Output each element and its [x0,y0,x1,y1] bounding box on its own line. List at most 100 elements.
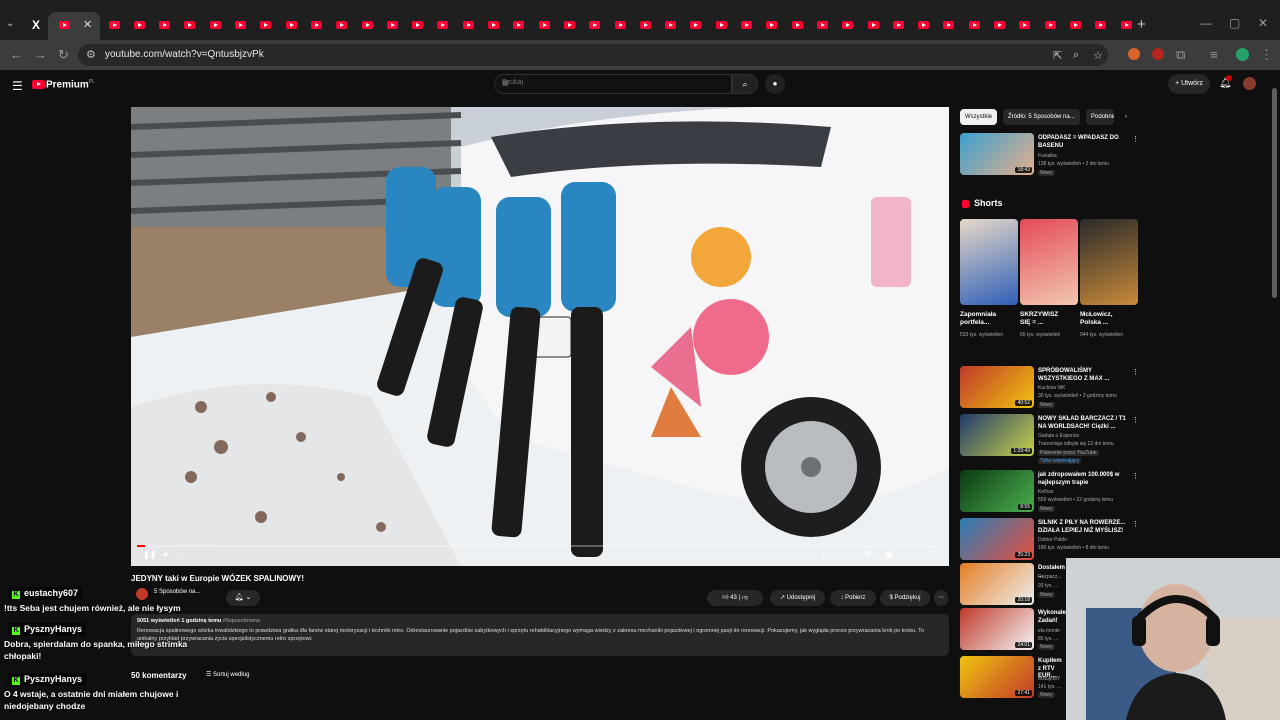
theater-mode-icon[interactable]: ▭ [906,550,914,559]
browser-tab[interactable] [763,18,781,32]
video-title[interactable]: SILNIK Z PIŁY NA ROWERZE... DZIAŁA LEPIE… [1038,520,1128,535]
browser-tab[interactable] [1041,18,1059,32]
more-options-icon[interactable]: ⋮ [1132,416,1139,424]
browser-tab[interactable] [130,18,148,32]
browser-tab[interactable] [813,18,831,32]
sidebar-video[interactable]: 8:55 jak zdropowałem 100.000$ w najlepsz… [960,470,1140,512]
browser-tab[interactable] [940,18,958,32]
extension-2-icon[interactable] [1152,48,1164,60]
more-options-icon[interactable]: ⋮ [1132,472,1139,480]
sort-comments-button[interactable]: ☰ Sortuj według [206,671,249,678]
volume-icon[interactable]: 🔊︎ [163,550,168,560]
browser-tab[interactable] [611,18,629,32]
browser-tab[interactable] [257,18,275,32]
browser-tab[interactable] [687,18,705,32]
browser-tab[interactable] [232,18,250,32]
more-options-icon[interactable]: ⋮ [1132,135,1139,143]
browser-tab[interactable] [206,18,224,32]
browser-tab[interactable] [864,18,882,32]
youtube-premium-logo[interactable]: PremiumPL [46,79,95,90]
chip-all[interactable]: Wszystkie [960,109,997,125]
page-scrollbar[interactable] [1272,88,1277,298]
browser-tab[interactable] [712,18,730,32]
browser-tab[interactable] [485,18,503,32]
site-info-icon[interactable]: ⚙ [86,48,96,61]
keyboard-icon[interactable]: ▦ [502,79,509,87]
maximize-icon[interactable]: ▢ [1229,16,1240,30]
install-app-icon[interactable]: ⇱ [1053,49,1062,62]
chips-next-icon[interactable]: › [1120,109,1132,125]
close-tab-icon[interactable]: ✕ [83,18,92,31]
short-thumbnail[interactable] [1080,219,1138,305]
like-button[interactable]: 👍︎ 43 | 👎︎ [707,590,763,606]
video-thumbnail[interactable]: 25:23 [960,518,1034,560]
browser-tab[interactable] [383,18,401,32]
browser-tab[interactable] [839,18,857,32]
browser-tab[interactable] [915,18,933,32]
browser-tab[interactable] [991,18,1009,32]
back-icon[interactable]: ← [10,47,23,62]
channel-name[interactable]: 5 Sposobów na... [154,589,200,595]
short-title[interactable]: SKRZYWISZ SIĘ = ... [1020,311,1070,327]
autoplay-toggle[interactable]: ◑ [820,550,825,559]
browser-tab[interactable] [358,18,376,32]
video-title[interactable]: ODPADASZ = WPADASZ DO BASENU [1038,135,1128,150]
browser-tab[interactable] [889,18,907,32]
sidebar-video[interactable]: 1:29:49 NOWY SKŁAD BARCZACZ / T1 NA WORL… [960,414,1140,466]
browser-tab[interactable] [181,18,199,32]
video-title[interactable]: jak zdropowałem 100.000$ w najlepszym tr… [1038,472,1128,487]
chrome-menu-icon[interactable]: ⋮ [1260,47,1273,63]
browser-tab[interactable] [1066,18,1084,32]
video-thumbnail[interactable]: 40:52 [960,366,1034,408]
browser-tab[interactable] [510,18,528,32]
youtube-tab-icon[interactable] [55,18,73,32]
minimize-icon[interactable]: — [1200,16,1212,30]
video-thumbnail[interactable]: 18:43 [960,133,1034,175]
short-title[interactable]: Zapomniała portfela... [960,311,1010,327]
browser-tab[interactable] [459,18,477,32]
settings-gear-icon[interactable]: ⚙ [864,550,871,559]
subtitles-icon[interactable]: ▭ [842,550,850,559]
video-title[interactable]: NOWY SKŁAD BARCZACZ / T1 NA WORLDSACH! C… [1038,416,1128,431]
chip-similar[interactable]: Podobne [1086,109,1114,125]
video-thumbnail[interactable]: 24:01 [960,608,1034,650]
sidebar-video-top[interactable]: 18:43 ODPADASZ = WPADASZ DO BASENU Fusia… [960,133,1140,177]
browser-tab[interactable] [535,18,553,32]
profile-avatar[interactable] [1236,48,1249,61]
more-options-icon[interactable]: ⋮ [1132,368,1139,376]
browser-tab[interactable] [636,18,654,32]
browser-tab[interactable] [156,18,174,32]
video-player[interactable] [131,107,949,566]
more-actions-icon[interactable]: ⋯ [934,590,948,606]
tab-x[interactable]: X [32,18,40,32]
browser-tab[interactable] [738,18,756,32]
browser-tab[interactable] [965,18,983,32]
reload-icon[interactable]: ↻ [58,47,69,63]
voice-search-mic-icon[interactable]: ● [765,74,785,94]
search-input[interactable]: Szukaj ▦ [494,74,732,94]
browser-tab[interactable] [788,18,806,32]
short-thumbnail[interactable] [1020,219,1078,305]
browser-tab[interactable] [1092,18,1110,32]
download-button[interactable]: ↓ Pobierz [830,590,876,606]
browser-tab[interactable] [1016,18,1034,32]
forward-icon[interactable]: → [34,47,47,62]
more-options-icon[interactable]: ⋮ [1132,520,1139,528]
create-button[interactable]: + Utwórz [1168,74,1210,94]
new-tab-button[interactable]: + [1137,16,1146,33]
video-thumbnail[interactable]: 27:41 [960,656,1034,698]
browser-tab[interactable] [307,18,325,32]
miniplayer-icon[interactable]: ▣ [885,550,893,559]
sidebar-video[interactable]: 40:52 SPRÓBOWALIŚMY WSZYSTKIEGO Z MAX ..… [960,366,1140,408]
chip-source[interactable]: Źródło: 5 Sposobów na... [1003,109,1080,125]
thanks-button[interactable]: $ Podziękuj [880,590,930,606]
browser-tab[interactable] [560,18,578,32]
extension-1-icon[interactable] [1128,48,1140,60]
sidebar-video[interactable]: 24:01 Wykonałem Zadań! ełu monte 85 tys.… [960,608,1071,650]
browser-tab[interactable] [105,18,123,32]
browser-tab[interactable] [282,18,300,32]
sidebar-video[interactable]: 20:18 Dostałem ... Rozpacz... 93 tys. ..… [960,563,1066,605]
youtube-logo-icon[interactable] [32,80,45,89]
sidebar-video[interactable]: 25:23 SILNIK Z PIŁY NA ROWERZE... DZIAŁA… [960,518,1140,560]
extensions-icon[interactable]: ⧉ [1176,47,1185,63]
